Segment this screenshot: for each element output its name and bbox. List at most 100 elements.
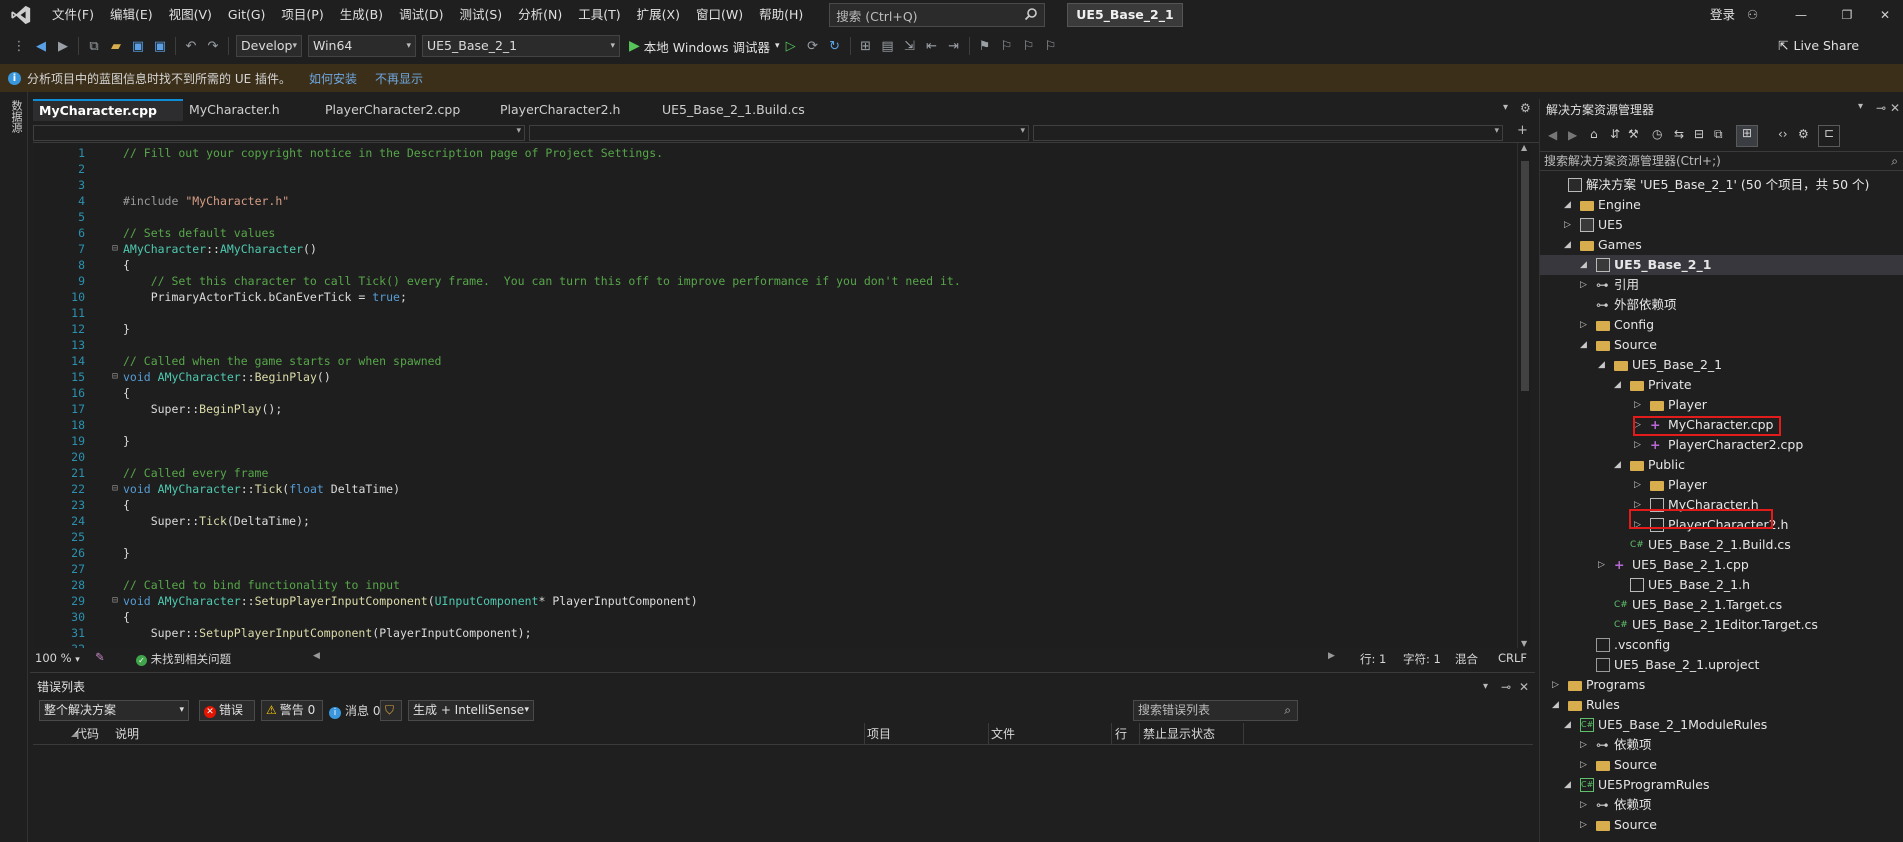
tree-item-folder[interactable]: ▷ Source (1540, 755, 1903, 775)
collapsed-arrow-icon[interactable]: ▷ (1564, 215, 1571, 235)
scrollbar-thumb[interactable] (1521, 161, 1529, 391)
back-icon[interactable]: ◀ (1548, 128, 1557, 142)
bookmark-next-icon[interactable]: ⚐ (1019, 36, 1039, 56)
properties-icon[interactable]: ⚙ (1798, 127, 1809, 141)
code-line[interactable]: 10 PrimaryActorTick.bCanEverTick = true; (33, 289, 1528, 305)
tree-item-folder[interactable]: ◢ Games (1540, 235, 1903, 255)
code-line[interactable]: 32 (33, 641, 1528, 648)
filter-button[interactable]: ⛉ (380, 700, 402, 721)
global-search-input[interactable]: 搜索 (Ctrl+Q) (829, 3, 1046, 27)
menu-item-11[interactable]: 窗口(W) (688, 0, 751, 30)
editor-vertical-scrollbar[interactable]: ▲ ▼ (1517, 143, 1531, 648)
tree-item-file[interactable]: UE5_Base_2_1.uproject (1540, 655, 1903, 675)
code-line[interactable]: 5 (33, 209, 1528, 225)
bookmark-icon[interactable]: ⚑ (975, 36, 995, 56)
code-line[interactable]: 31 Super::SetupPlayerInputComponent(Play… (33, 625, 1528, 641)
code-line[interactable]: 13 (33, 337, 1528, 353)
forward-nav-icon[interactable]: ▶ (53, 36, 73, 56)
tree-item-file[interactable]: .vsconfig (1540, 635, 1903, 655)
hot-reload-icon[interactable]: ↻ (825, 36, 845, 56)
fold-collapse-icon[interactable]: ⊟ (112, 593, 118, 609)
back-nav-icon[interactable]: ◀ (31, 36, 51, 56)
menu-item-12[interactable]: 帮助(H) (751, 0, 811, 30)
code-line[interactable]: 20 (33, 449, 1528, 465)
menu-item-9[interactable]: 工具(T) (570, 0, 628, 30)
forward-icon[interactable]: ▶ (1568, 128, 1577, 142)
save-icon[interactable]: ▣ (128, 36, 148, 56)
tree-item-folder[interactable]: ◢ Private (1540, 375, 1903, 395)
expanded-arrow-icon[interactable]: ◢ (1614, 375, 1621, 395)
collapsed-arrow-icon[interactable]: ▷ (1580, 755, 1587, 775)
menu-item-8[interactable]: 分析(N) (510, 0, 570, 30)
intellicode-icon[interactable]: ✎ (95, 650, 105, 664)
code-line[interactable]: 8{ (33, 257, 1528, 273)
code-line[interactable]: 27 (33, 561, 1528, 577)
col-file[interactable]: 文件 (991, 723, 1015, 745)
column-indicator[interactable]: 字符: 1 (1403, 651, 1441, 667)
tree-item-cpp[interactable]: ▷ + PlayerCharacter2.cpp (1540, 435, 1903, 455)
code-line[interactable]: 9 // Set this character to call Tick() e… (33, 273, 1528, 289)
expanded-arrow-icon[interactable]: ◢ (1564, 195, 1571, 215)
start-debugging-button[interactable]: ▶ 本地 Windows 调试器 ▾ (629, 37, 780, 56)
bookmark-prev-icon[interactable]: ⚐ (997, 36, 1017, 56)
fold-collapse-icon[interactable]: ⊟ (112, 369, 118, 385)
step-icon[interactable]: ⇲ (900, 36, 920, 56)
member-select[interactable]: ▾ (1033, 125, 1503, 141)
close-window-button[interactable]: ✕ (1862, 0, 1903, 30)
collapsed-arrow-icon[interactable]: ▷ (1580, 735, 1587, 755)
collapsed-arrow-icon[interactable]: ▷ (1634, 435, 1641, 455)
tab-mycharacter-cpp[interactable]: MyCharacter.cpp ⊸ ✕ (33, 99, 183, 138)
tree-item-cs[interactable]: C# UE5_Base_2_1.Target.cs (1540, 595, 1903, 615)
code-line[interactable]: 17 Super::BeginPlay(); (33, 401, 1528, 417)
expanded-arrow-icon[interactable]: ◢ (1598, 355, 1605, 375)
menu-item-6[interactable]: 调试(D) (391, 0, 451, 30)
tree-item-solution[interactable]: 解决方案 'UE5_Base_2_1' (50 个项目，共 50 个) (1540, 175, 1903, 195)
code-line[interactable]: 15 ⊟ void AMyCharacter::BeginPlay() (33, 369, 1528, 385)
warnings-filter-button[interactable]: ⚠ 警告 0 (261, 700, 323, 721)
tab-mycharacter-h[interactable]: MyCharacter.h (183, 99, 319, 121)
configuration-select[interactable]: Develop ▾ (236, 35, 302, 57)
home-icon[interactable]: ⌂ (1590, 127, 1598, 141)
menu-item-3[interactable]: Git(G) (220, 0, 274, 30)
indent-mode-indicator[interactable]: 混合 (1455, 651, 1478, 667)
tree-item-csproj[interactable]: ◢ C# UE5ProgramRules (1540, 775, 1903, 795)
tab-build-cs[interactable]: UE5_Base_2_1.Build.cs (656, 99, 836, 121)
panel-menu-icon[interactable]: ▾ (1858, 101, 1863, 112)
show-all-files-icon[interactable]: ⧉ (1714, 127, 1723, 142)
zoom-select[interactable]: 100 % ▾ (35, 651, 80, 665)
collapsed-arrow-icon[interactable]: ▷ (1552, 675, 1559, 695)
tree-item-folder[interactable]: ◢ Rules (1540, 695, 1903, 715)
code-line[interactable]: 26} (33, 545, 1528, 561)
errors-filter-button[interactable]: ✕错误 0 (199, 700, 255, 736)
collapsed-arrow-icon[interactable]: ▷ (1580, 815, 1587, 835)
undo-icon[interactable]: ↶ (181, 36, 201, 56)
code-line[interactable]: 22 ⊟ void AMyCharacter::Tick(float DeltaTi… (33, 481, 1528, 497)
switch-views-icon[interactable]: ⇵ (1610, 127, 1620, 141)
code-line[interactable]: 30 { (33, 609, 1528, 625)
tab-playercharacter2-cpp[interactable]: PlayerCharacter2.cpp (319, 99, 494, 121)
col-project[interactable]: 项目 (867, 723, 891, 745)
menu-item-1[interactable]: 编辑(E) (102, 0, 161, 30)
save-all-icon[interactable]: ▣ (150, 36, 170, 56)
editor-horizontal-scrollbar[interactable] (328, 654, 1358, 662)
tree-item-ref[interactable]: ▷ ⊶ 依赖项 (1540, 795, 1903, 815)
code-line[interactable]: 25 (33, 529, 1528, 545)
platform-select[interactable]: Win64 ▾ (308, 35, 416, 57)
col-line[interactable]: 行 (1115, 723, 1127, 745)
tree-item-folder[interactable]: ▷ Player (1540, 395, 1903, 415)
scroll-up-icon[interactable]: ▲ (1521, 143, 1527, 152)
menu-item-0[interactable]: 文件(F) (44, 0, 102, 30)
expanded-arrow-icon[interactable]: ◢ (1564, 235, 1571, 255)
hscroll-right-icon[interactable]: ▶ (1328, 651, 1335, 661)
browse-icon[interactable]: ⊞ (856, 36, 876, 56)
code-line[interactable]: 12} (33, 321, 1528, 337)
indent-icon[interactable]: ⇥ (944, 36, 964, 56)
redo-icon[interactable]: ↷ (203, 36, 223, 56)
code-view-icon[interactable]: ‹› (1778, 127, 1788, 141)
collapsed-arrow-icon[interactable]: ▷ (1580, 315, 1587, 335)
tree-item-cs[interactable]: C# UE5_Base_2_1.Build.cs (1540, 535, 1903, 555)
code-line[interactable]: 28 // Called to bind functionality to inp… (33, 577, 1528, 593)
collapsed-arrow-icon[interactable]: ▷ (1598, 555, 1605, 575)
how-to-install-link[interactable]: 如何安装 (309, 70, 357, 87)
pin-icon[interactable]: ⊸ (1876, 101, 1886, 115)
